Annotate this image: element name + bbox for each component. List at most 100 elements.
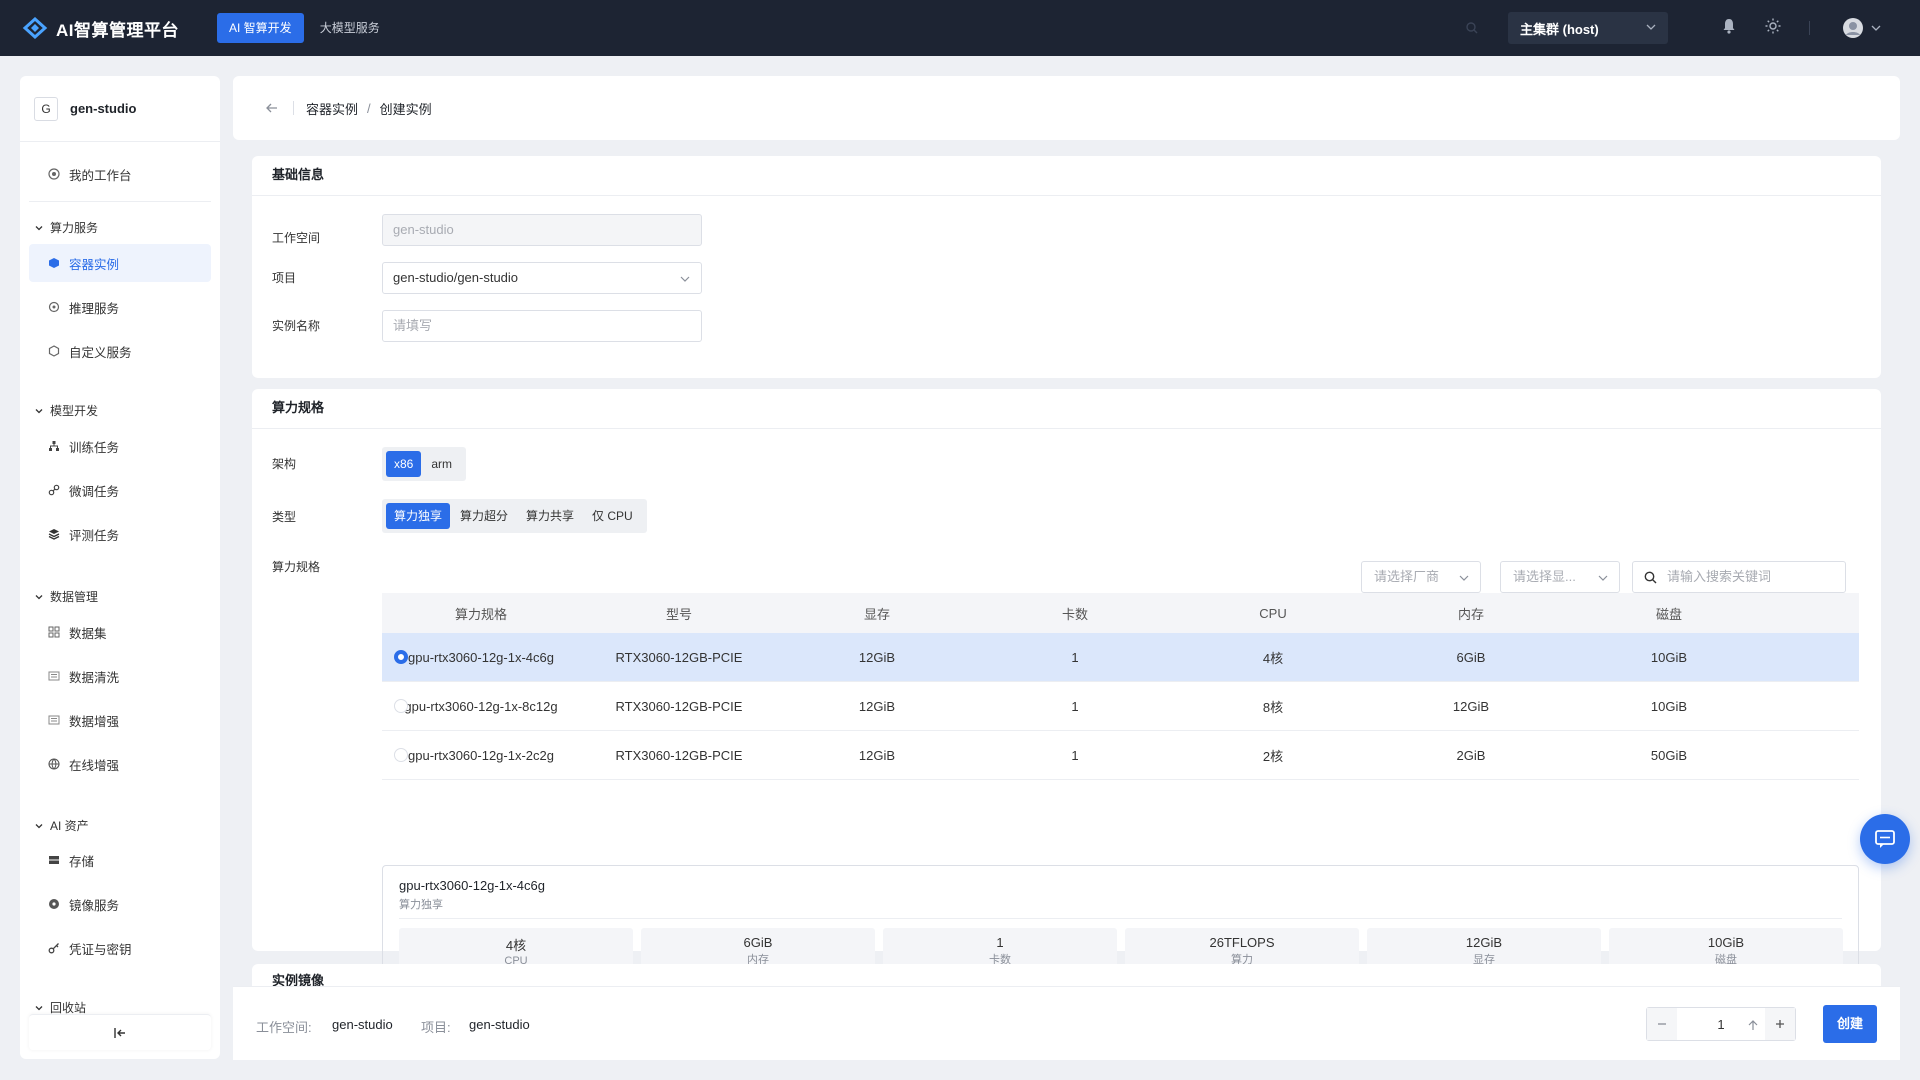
- cube-icon: [47, 256, 61, 270]
- type-option-exclusive[interactable]: 算力独享: [386, 503, 451, 529]
- arch-option-x86[interactable]: x86: [386, 451, 422, 477]
- sidebar-item-training[interactable]: 训练任务: [29, 427, 211, 465]
- nav-tab-llm-service[interactable]: 大模型服务: [308, 13, 392, 43]
- detail-spec-type: 算力独享: [399, 899, 443, 911]
- column-header: 磁盘: [1655, 606, 1682, 622]
- bell-icon[interactable]: [1722, 18, 1736, 34]
- table-cell: 10GiB: [1650, 698, 1688, 714]
- app-title: AI智算管理平台: [56, 20, 179, 40]
- plus-icon: [1776, 1020, 1784, 1028]
- sidebar-item-data-augment[interactable]: 数据增强: [29, 701, 211, 739]
- sidebar-collapse-button[interactable]: [29, 1014, 211, 1050]
- back-arrow-icon[interactable]: [265, 102, 279, 114]
- table-row[interactable]: gpu-rtx3060-12g-1x-8c12g RTX3060-12GB-PC…: [382, 682, 1859, 731]
- sidebar-item-datasets[interactable]: 数据集: [29, 613, 211, 651]
- sidebar: G gen-studio 我的工作台 算力服务 容器实例 推理服务 自定义服务 …: [20, 76, 220, 1059]
- row-radio[interactable]: [394, 650, 408, 664]
- gpu-memory-filter-select[interactable]: 请选择显...: [1500, 561, 1620, 593]
- vendor-filter-select[interactable]: 请选择厂商: [1361, 561, 1481, 593]
- user-menu[interactable]: [1842, 17, 1882, 39]
- table-row[interactable]: gpu-rtx3060-12g-1x-2c2g RTX3060-12GB-PCI…: [382, 731, 1859, 780]
- sidebar-item-label: 容器实例: [69, 257, 120, 272]
- sidebar-item-label: 自定义服务: [69, 345, 132, 360]
- increment-button[interactable]: [1765, 1008, 1795, 1040]
- column-header: 卡数: [1061, 606, 1088, 622]
- decrement-button[interactable]: [1647, 1008, 1677, 1040]
- workspace-name: gen-studio: [70, 101, 137, 116]
- table-cell: 12GiB: [1452, 698, 1490, 714]
- sidebar-group-assets[interactable]: AI 资产: [34, 817, 89, 834]
- metric-value: 6GiB: [743, 935, 773, 950]
- sidebar-group-label: 算力服务: [50, 221, 99, 235]
- topbar-divider: [1809, 21, 1810, 35]
- workspace-header[interactable]: G gen-studio: [20, 76, 220, 142]
- sidebar-group-compute[interactable]: 算力服务: [34, 219, 98, 236]
- avatar-icon: [1843, 18, 1863, 38]
- nav-tab-ai-dev[interactable]: AI 智算开发: [217, 13, 304, 43]
- theme-sun-icon[interactable]: [1765, 18, 1781, 34]
- create-button[interactable]: 创建: [1823, 1005, 1877, 1043]
- type-option-shared[interactable]: 算力共享: [518, 503, 582, 529]
- table-cell: 2核: [1262, 748, 1284, 764]
- project-select[interactable]: gen-studio/gen-studio: [382, 262, 702, 294]
- metric-value: 12GiB: [1465, 935, 1503, 950]
- row-radio[interactable]: [394, 699, 408, 713]
- type-option-oversell[interactable]: 算力超分: [452, 503, 516, 529]
- spec-label: 算力规格: [272, 560, 321, 574]
- sidebar-group-label: 数据管理: [50, 590, 99, 604]
- footer-workspace-value: gen-studio: [332, 1017, 393, 1032]
- table-cell: 2GiB: [1456, 747, 1486, 763]
- basic-info-card: 基础信息 工作空间 gen-studio 项目 gen-studio/gen-s…: [252, 156, 1881, 378]
- list-icon: [47, 669, 61, 683]
- footer-project-value: gen-studio: [469, 1017, 530, 1032]
- breadcrumb-parent[interactable]: 容器实例: [306, 99, 358, 118]
- row-radio[interactable]: [394, 748, 408, 762]
- sidebar-item-label: 数据增强: [69, 714, 120, 729]
- table-row[interactable]: gpu-rtx3060-12g-1x-4c6g RTX3060-12GB-PCI…: [382, 633, 1859, 682]
- sidebar-item-label: 训练任务: [69, 440, 120, 455]
- footer-project-label: 项目:: [421, 1020, 451, 1035]
- instance-image-card: 实例镜像: [252, 964, 1881, 986]
- table-cell: 12GiB: [858, 698, 896, 714]
- workspace-badge: G: [34, 96, 58, 121]
- list-icon: [47, 713, 61, 727]
- table-cell: 1: [1071, 649, 1079, 665]
- collapse-left-icon: [114, 1027, 125, 1038]
- sidebar-item-containers[interactable]: 容器实例: [29, 244, 211, 282]
- sidebar-item-storage[interactable]: 存储: [29, 841, 211, 879]
- sidebar-item-label: 数据集: [69, 626, 107, 641]
- arrow-up-icon[interactable]: [1747, 1019, 1759, 1031]
- table-cell: RTX3060-12GB-PCIE: [615, 698, 743, 714]
- column-header: CPU: [1259, 605, 1287, 621]
- sidebar-item-custom-service[interactable]: 自定义服务: [29, 332, 211, 370]
- sidebar-item-inference[interactable]: 推理服务: [29, 288, 211, 326]
- sidebar-group-model[interactable]: 模型开发: [34, 402, 98, 419]
- sidebar-item-my-workbench[interactable]: 我的工作台: [29, 155, 211, 193]
- metric-value: 1: [996, 935, 1004, 950]
- detail-spec-name: gpu-rtx3060-12g-1x-4c6g: [399, 878, 545, 893]
- spec-table: 算力规格 型号 显存 卡数 CPU 内存 磁盘 gpu-rtx3060-12g-…: [382, 593, 1859, 780]
- sidebar-item-credentials[interactable]: 凭证与密钥: [29, 929, 211, 967]
- breadcrumb-current: 创建实例: [379, 101, 432, 117]
- search-icon[interactable]: [1466, 22, 1478, 34]
- cluster-select[interactable]: 主集群 (host): [1508, 12, 1668, 44]
- spec-search-input[interactable]: 请输入搜索关键词: [1632, 561, 1846, 593]
- section-title: 算力规格: [252, 389, 1881, 429]
- arch-option-arm[interactable]: arm: [423, 451, 460, 477]
- sidebar-item-images[interactable]: 镜像服务: [29, 885, 211, 923]
- instance-name-input[interactable]: 请填写: [382, 310, 702, 342]
- chevron-down-icon: [1871, 25, 1881, 31]
- sidebar-group-data[interactable]: 数据管理: [34, 588, 98, 605]
- inference-icon: [47, 300, 61, 314]
- arch-label: 架构: [272, 457, 297, 471]
- quantity-input[interactable]: 1: [1677, 1017, 1765, 1032]
- sidebar-item-finetune[interactable]: 微调任务: [29, 471, 211, 509]
- sidebar-item-data-cleaning[interactable]: 数据清洗: [29, 657, 211, 695]
- cluster-label: 主集群 (host): [1520, 21, 1599, 37]
- sidebar-item-online-augment[interactable]: 在线增强: [29, 745, 211, 783]
- hierarchy-icon: [47, 439, 61, 453]
- type-option-cpu-only[interactable]: 仅 CPU: [584, 503, 641, 529]
- sidebar-item-evaluation[interactable]: 评测任务: [29, 515, 211, 553]
- chat-assistant-button[interactable]: [1860, 814, 1910, 864]
- app-logo[interactable]: AI智算管理平台: [22, 16, 179, 41]
